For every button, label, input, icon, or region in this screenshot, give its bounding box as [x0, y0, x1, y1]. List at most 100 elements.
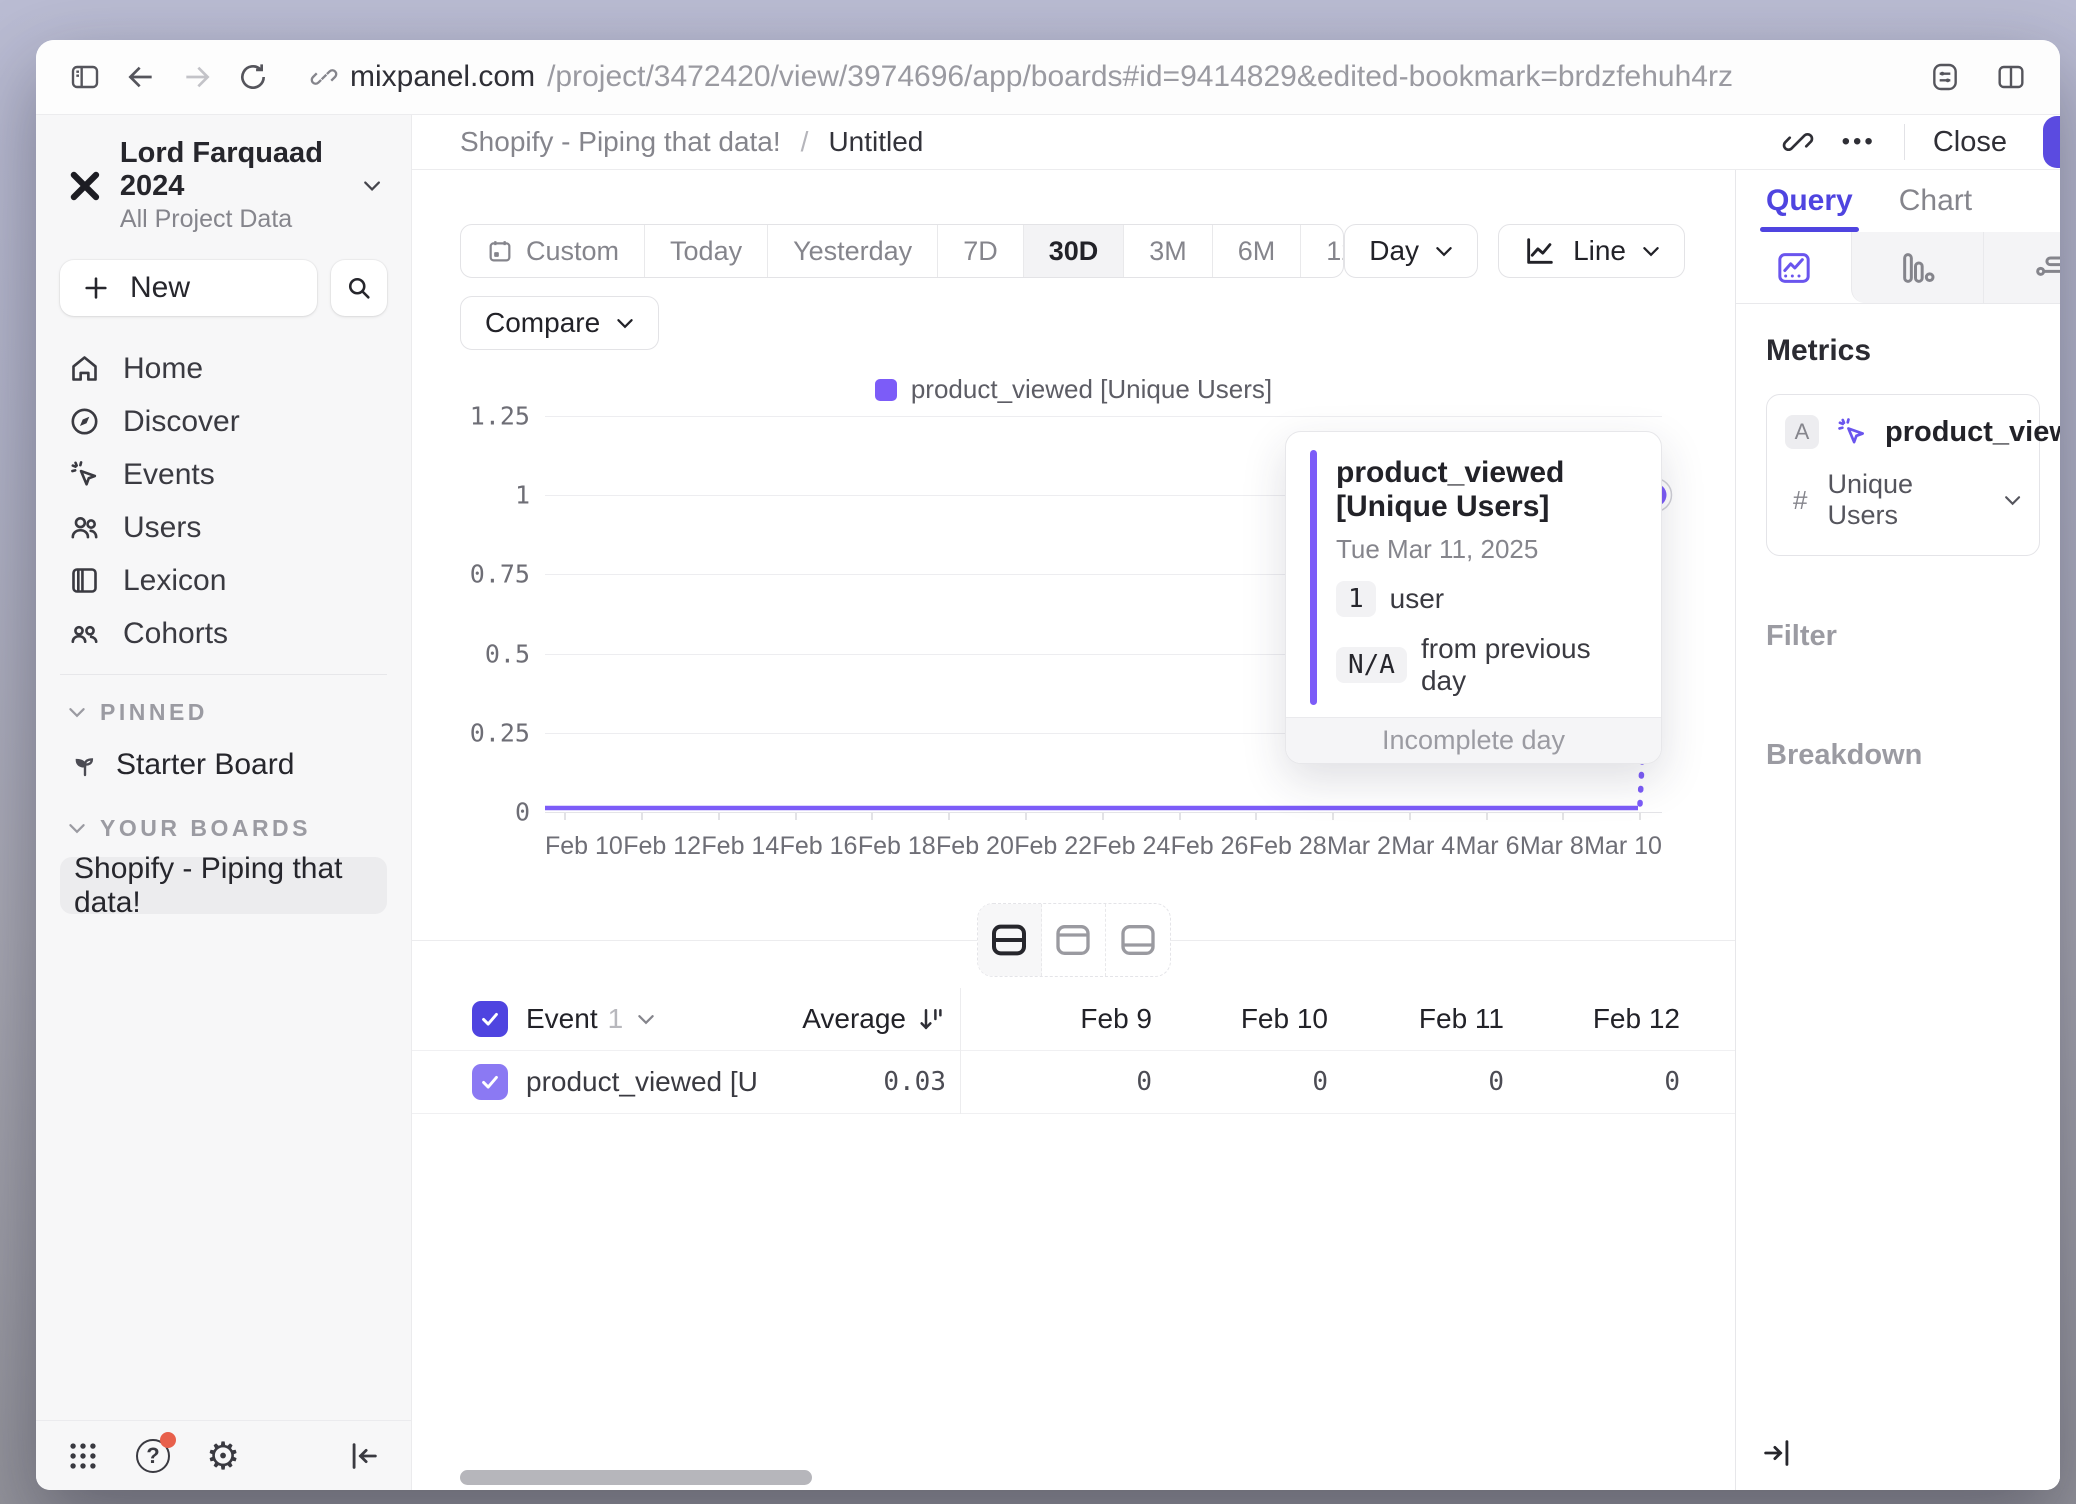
average-column-header[interactable]: Average [756, 1003, 946, 1035]
link-icon [310, 63, 338, 91]
pinned-item-label: Starter Board [116, 748, 294, 782]
collapse-sidebar-icon[interactable] [343, 1435, 385, 1477]
collapse-panel-icon[interactable] [1760, 1436, 1794, 1470]
sidebar-item-lexicon[interactable]: Lexicon [60, 554, 387, 607]
compare-dropdown[interactable]: Compare [460, 296, 659, 350]
primary-action-button-partial[interactable] [2043, 116, 2060, 168]
date-column-header[interactable]: Feb 12 [1504, 1003, 1680, 1035]
metrics-section-label: Metrics [1766, 334, 2040, 368]
sidebar-item-label: Users [123, 511, 201, 545]
metric-card[interactable]: A product_viewed # Unique Users [1766, 394, 2040, 556]
granularity-dropdown[interactable]: Day [1344, 224, 1478, 278]
row-cell: 0 [1328, 1067, 1504, 1097]
table-header-row: Event 1 Average Feb 9 Feb 10 Feb 11 [412, 988, 1735, 1050]
chevron-down-icon [363, 179, 381, 193]
table-row[interactable]: product_viewed [Uniq... 0.03 0 0 0 0 [412, 1050, 1735, 1114]
calendar-icon [486, 237, 514, 265]
tab-query[interactable]: Query [1766, 170, 1853, 232]
sidebar-item-events[interactable]: Events [60, 448, 387, 501]
range-yesterday[interactable]: Yesterday [768, 225, 938, 277]
chevron-down-icon [68, 823, 86, 834]
x-axis-labels: Feb 10 Feb 12 Feb 14 Feb 16 Feb 18 Feb 2… [545, 832, 1662, 861]
back-icon[interactable] [116, 52, 166, 102]
line-chart-icon [1523, 234, 1557, 268]
range-6m[interactable]: 6M [1213, 225, 1302, 277]
sidebar-item-users[interactable]: Users [60, 501, 387, 554]
row-checkbox[interactable] [472, 1064, 508, 1100]
split-view-toggle[interactable] [978, 904, 1042, 976]
sidebar-item-label: Cohorts [123, 617, 228, 651]
close-button[interactable]: Close [1933, 126, 2007, 159]
horizontal-scrollbar[interactable] [460, 1470, 812, 1485]
sidebar-item-board-shopify[interactable]: Shopify - Piping that data! [60, 857, 387, 914]
chevron-down-icon [1642, 246, 1660, 257]
chevron-down-icon [2004, 495, 2021, 506]
event-cursor-icon [1835, 415, 1869, 449]
breadcrumb-page[interactable]: Untitled [828, 126, 923, 158]
browser-toolbar: mixpanel.com/project/3472420/view/397469… [36, 40, 2060, 115]
line-chart: product_viewed [Unique Users] 1.25 1 0.7… [412, 364, 1735, 864]
org-subtitle: All Project Data [120, 205, 347, 234]
reader-options-icon[interactable] [1920, 52, 1970, 102]
chart-type-dropdown[interactable]: Line [1498, 224, 1685, 278]
settings-gear-icon[interactable]: ⚙ [202, 1435, 244, 1477]
operator-hash: # [1793, 485, 1807, 516]
event-column-header[interactable]: Event 1 [526, 1003, 756, 1035]
select-all-checkbox[interactable] [472, 1001, 508, 1037]
more-options-icon[interactable]: ••• [1842, 128, 1876, 156]
row-average-value: 0.03 [756, 1067, 946, 1097]
metric-measure-row[interactable]: # Unique Users [1785, 469, 2021, 531]
tooltip-value: 1 [1336, 581, 1376, 617]
range-today[interactable]: Today [645, 225, 768, 277]
tooltip-footer: Incomplete day [1286, 717, 1661, 763]
sidebar-item-starter-board[interactable]: Starter Board [36, 737, 411, 793]
sidebar-item-discover[interactable]: Discover [60, 395, 387, 448]
measurement-tab-bar [1736, 232, 2060, 304]
legend-label: product_viewed [Unique Users] [911, 374, 1272, 405]
insights-tab[interactable] [1736, 232, 1851, 303]
date-column-header[interactable]: Feb 10 [1152, 1003, 1328, 1035]
view-toggle-row [412, 892, 1735, 988]
address-bar[interactable]: mixpanel.com/project/3472420/view/397469… [310, 60, 1733, 94]
help-icon[interactable]: ? [132, 1435, 174, 1477]
tooltip-date: Tue Mar 11, 2025 [1336, 534, 1635, 565]
retention-tab-partial[interactable] [1983, 232, 2060, 303]
sidebar-item-home[interactable]: Home [60, 342, 387, 395]
funnels-tab[interactable] [1851, 232, 1983, 303]
range-3m[interactable]: 3M [1124, 225, 1213, 277]
breadcrumb-board[interactable]: Shopify - Piping that data! [460, 126, 781, 158]
apps-grid-icon[interactable] [62, 1435, 104, 1477]
date-column-header[interactable]: Feb 9 [976, 1003, 1152, 1035]
tooltip-delta-label: from previous day [1421, 633, 1635, 697]
users-icon [68, 511, 101, 544]
range-7d[interactable]: 7D [938, 225, 1024, 277]
split-view-icon[interactable] [1986, 52, 2036, 102]
new-button[interactable]: New [60, 260, 317, 316]
your-boards-section-header[interactable]: YOUR BOARDS [36, 803, 411, 853]
reload-icon[interactable] [228, 52, 278, 102]
compass-icon [68, 405, 101, 438]
chart-only-toggle[interactable] [1042, 904, 1106, 976]
url-path: /project/3472420/view/3974696/app/boards… [547, 60, 1733, 94]
tooltip-title: product_viewed [Unique Users] [1336, 456, 1635, 524]
range-30d-active[interactable]: 30D [1024, 225, 1125, 277]
browser-sidebar-toggle-icon[interactable] [60, 52, 110, 102]
tab-chart[interactable]: Chart [1899, 170, 1972, 232]
search-button[interactable] [331, 260, 387, 316]
org-switcher[interactable]: Lord Farquaad 2024 All Project Data [60, 137, 387, 234]
range-12m[interactable]: 12M [1301, 225, 1344, 277]
forward-icon[interactable] [172, 52, 222, 102]
divider [60, 674, 387, 675]
range-custom[interactable]: Custom [461, 225, 645, 277]
book-icon [68, 564, 101, 597]
date-column-header[interactable]: Feb 11 [1328, 1003, 1504, 1035]
plus-icon [82, 274, 110, 302]
row-cell: 0 [976, 1067, 1152, 1097]
row-cell: 0 [1504, 1067, 1680, 1097]
copy-link-icon[interactable] [1782, 126, 1814, 158]
pinned-section-header[interactable]: PINNED [36, 687, 411, 737]
sidebar-item-cohorts[interactable]: Cohorts [60, 607, 387, 660]
table-only-toggle[interactable] [1106, 904, 1170, 976]
chart-tooltip: product_viewed [Unique Users] Tue Mar 11… [1285, 431, 1662, 764]
board-item-label: Shopify - Piping that data! [74, 852, 373, 920]
